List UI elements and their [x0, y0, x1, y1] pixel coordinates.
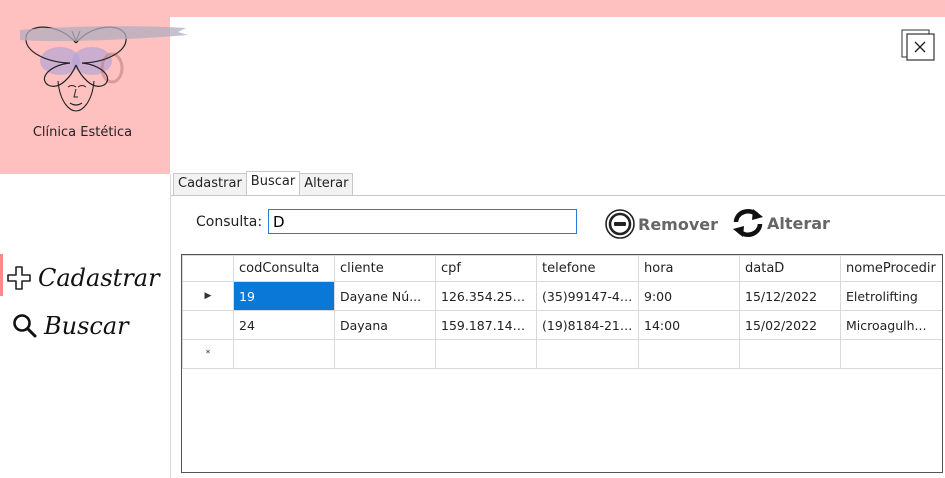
minus-circle-icon	[605, 209, 635, 239]
table-cell[interactable]: Eletrolifting	[840, 281, 942, 311]
sidebar-item-label: Cadastrar	[38, 264, 160, 292]
column-header[interactable]: nomeProcedir	[840, 255, 942, 282]
corner-cell	[182, 255, 234, 282]
column-header[interactable]: codConsulta	[233, 255, 335, 282]
close-icon	[901, 29, 935, 61]
table-cell[interactable]: 9:00	[638, 281, 740, 311]
table-cell[interactable]: 126.354.258-95	[435, 281, 537, 311]
tab-divider	[171, 195, 945, 196]
table-cell[interactable]: 159.187.147-66	[435, 310, 537, 340]
tab-buscar[interactable]: Buscar	[245, 171, 301, 196]
results-table: codConsulta cliente cpf telefone hora da…	[182, 255, 942, 369]
row-selector[interactable]	[182, 310, 234, 340]
table-row[interactable]: ▶ 19 Dayane Nú... 126.354.258-95 (35)991…	[182, 281, 942, 311]
table-cell[interactable]: 24	[233, 310, 335, 340]
table-cell[interactable]	[638, 339, 740, 369]
table-cell[interactable]: 14:00	[638, 310, 740, 340]
remove-button[interactable]: Remover	[604, 208, 718, 240]
header-row: codConsulta cliente cpf telefone hora da…	[182, 255, 942, 282]
refresh-icon	[733, 209, 763, 237]
search-icon	[13, 314, 37, 338]
brush-stroke-decoration	[20, 26, 188, 42]
plus-icon	[7, 266, 31, 290]
tab-alterar[interactable]: Alterar	[299, 173, 354, 195]
tab-strip: Cadastrar Buscar Alterar	[173, 171, 354, 196]
sidebar-item-buscar[interactable]: Buscar	[12, 312, 129, 340]
table-row[interactable]: 24 Dayana 159.187.147-66 (19)8184-21547 …	[182, 310, 942, 340]
sidebar-item-cadastrar[interactable]: Cadastrar	[6, 264, 160, 292]
table-cell[interactable]	[233, 339, 335, 369]
logo-panel: Clínica Estética	[0, 17, 188, 174]
alterar-button[interactable]: Alterar	[731, 207, 830, 239]
column-header[interactable]: cliente	[334, 255, 436, 282]
table-cell[interactable]: 15/02/2022	[739, 310, 841, 340]
table-cell[interactable]: Microagulh...	[840, 310, 942, 340]
alterar-label: Alterar	[767, 213, 830, 233]
column-header[interactable]: cpf	[435, 255, 537, 282]
column-header[interactable]: hora	[638, 255, 740, 282]
table-cell[interactable]	[536, 339, 639, 369]
table-cell[interactable]: Dayane Nú...	[334, 281, 436, 311]
results-grid[interactable]: codConsulta cliente cpf telefone hora da…	[181, 254, 943, 473]
table-cell[interactable]: (19)8184-21547	[536, 310, 639, 340]
table-cell[interactable]	[840, 339, 942, 369]
table-cell[interactable]	[334, 339, 436, 369]
table-cell[interactable]: (35)99147-4845	[536, 281, 639, 311]
table-cell[interactable]	[435, 339, 537, 369]
column-header[interactable]: telefone	[536, 255, 639, 282]
table-cell[interactable]	[739, 339, 841, 369]
consulta-input[interactable]	[268, 209, 577, 234]
close-window-button[interactable]	[901, 29, 935, 61]
table-cell[interactable]: Dayana	[334, 310, 436, 340]
table-cell[interactable]: 15/12/2022	[739, 281, 841, 311]
row-selector-arrow-icon[interactable]: ▶	[182, 281, 234, 311]
tab-cadastrar[interactable]: Cadastrar	[173, 173, 247, 195]
sidebar-active-indicator	[0, 254, 3, 296]
consulta-label: Consulta:	[196, 214, 263, 230]
column-header[interactable]: dataD	[739, 255, 841, 282]
new-row-asterisk-icon[interactable]: *	[182, 339, 234, 369]
remove-label: Remover	[638, 214, 719, 234]
top-bar	[0, 0, 945, 17]
logo-title: Clínica Estética	[32, 125, 133, 140]
new-row[interactable]: *	[182, 339, 942, 369]
sidebar-item-label: Buscar	[44, 312, 129, 340]
sidebar-divider	[170, 174, 171, 478]
table-cell[interactable]: 19	[233, 281, 335, 311]
